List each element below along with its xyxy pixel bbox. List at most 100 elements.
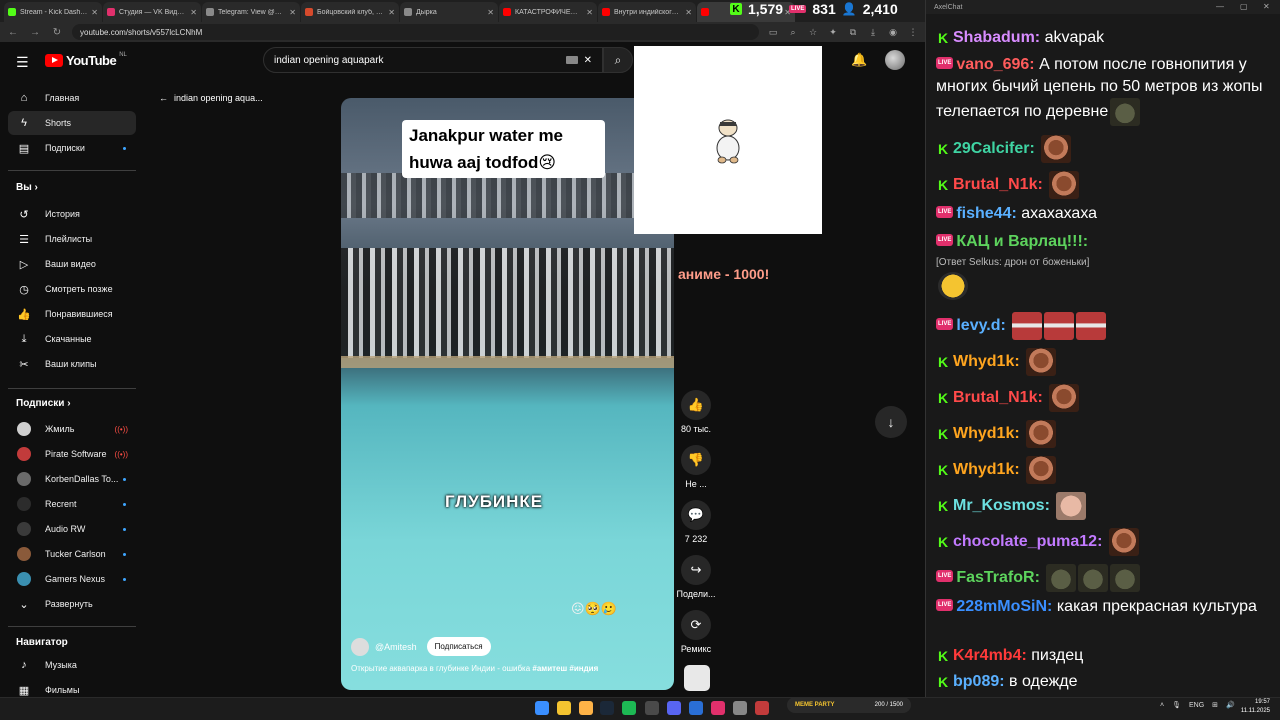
like-button[interactable]: 👍	[681, 390, 711, 420]
chat-username[interactable]: Brutal_N1k	[953, 176, 1037, 193]
sidebar-item[interactable]: ϟ Shorts	[8, 111, 136, 135]
chat-username[interactable]: 228mMoSiN	[956, 598, 1047, 615]
close-icon[interactable]: ✕	[1263, 2, 1270, 11]
discord-icon[interactable]	[667, 701, 681, 715]
browser-tab[interactable]: Telegram: View @dvach ✕	[202, 2, 300, 22]
keyboard-icon[interactable]	[565, 56, 578, 64]
chat-username[interactable]: 29Calcifer	[953, 140, 1030, 157]
chat-username[interactable]: chocolate_puma12	[953, 533, 1097, 550]
share-button[interactable]: ↪	[681, 555, 711, 585]
subscribe-button[interactable]: Подписаться	[426, 637, 491, 656]
chat-username[interactable]: Mr_Kosmos	[953, 497, 1045, 514]
explorer-icon[interactable]	[579, 701, 593, 715]
sidebar-item[interactable]: ⌂ Главная	[8, 86, 136, 110]
chat-username[interactable]: bp089	[953, 673, 999, 690]
search-input[interactable]: indian opening aquapark ✕	[263, 47, 603, 73]
windows-start-icon[interactable]	[535, 701, 549, 715]
system-clock[interactable]: 19:57 11.11.2025	[1240, 698, 1270, 716]
sidebar-item[interactable]: ☰ Плейлисты	[8, 227, 136, 251]
chevron-up-icon[interactable]: ˄	[1160, 702, 1164, 709]
mic-icon[interactable]: 🎙	[1172, 701, 1181, 709]
zoom-icon[interactable]: ⌕	[787, 27, 799, 38]
forward-arrow-icon[interactable]: →	[28, 27, 42, 38]
chat-username[interactable]: Whyd1k	[953, 353, 1014, 370]
search-button[interactable]: ⌕	[603, 47, 633, 73]
description-hashtags[interactable]: #амитеш #индия	[532, 664, 598, 673]
bookmark-star-icon[interactable]: ☆	[807, 27, 819, 38]
profile-icon[interactable]: ◉	[887, 27, 899, 38]
sound-thumbnail[interactable]	[684, 665, 710, 691]
browser-tab[interactable]: Внутри индийского ф ✕	[598, 2, 696, 22]
browser-tab[interactable]: Дырка ✕	[400, 2, 498, 22]
section-title-subscriptions[interactable]: Подписки ›	[16, 398, 71, 409]
tab-close-icon[interactable]: ✕	[487, 8, 494, 17]
download-icon[interactable]: ⤓	[867, 27, 879, 38]
browser-tab[interactable]: Бойцовский клуб, 1999 ✕	[301, 2, 399, 22]
browser-tab[interactable]: Студия — VK Видео Live ✕	[103, 2, 201, 22]
sidebar-item[interactable]: Жмиль ((•))	[8, 417, 136, 441]
chat-username[interactable]: Brutal_N1k	[953, 389, 1037, 406]
author-handle[interactable]: @Amitesh	[375, 642, 417, 652]
chat-username[interactable]: fishe44	[956, 205, 1011, 222]
next-short-button[interactable]: ↓	[875, 406, 907, 438]
app-icon[interactable]	[689, 701, 703, 715]
extensions-puzzle-icon[interactable]: ⧉	[847, 27, 859, 38]
reload-icon[interactable]: ↻	[50, 27, 64, 38]
chat-username[interactable]: levy.d	[956, 317, 1000, 334]
sidebar-item[interactable]: ▷ Ваши видео	[8, 252, 136, 276]
minimize-icon[interactable]: —	[1216, 2, 1224, 11]
section-title-you[interactable]: Вы ›	[16, 182, 38, 193]
sidebar-item[interactable]: Recrent	[8, 492, 136, 516]
app-icon[interactable]	[733, 701, 747, 715]
browser-tab[interactable]: Stream - Kick Dashboard ✕	[4, 2, 102, 22]
sidebar-item[interactable]: Audio RW	[8, 517, 136, 541]
chat-username[interactable]: FasTrafoR	[956, 569, 1034, 586]
sidebar-item[interactable]: Tucker Carlson	[8, 542, 136, 566]
clear-search-icon[interactable]: ✕	[584, 55, 592, 66]
remix-button[interactable]: ⟳	[681, 610, 711, 640]
hamburger-menu-icon[interactable]: ☰	[16, 54, 29, 71]
app-icon[interactable]	[711, 701, 725, 715]
sidebar-item[interactable]: ✂ Ваши клипы	[8, 352, 136, 376]
sidebar-item[interactable]: Gamers Nexus	[8, 567, 136, 591]
sidebar-item[interactable]: ⤓ Скачанные	[8, 327, 136, 351]
tab-close-icon[interactable]: ✕	[289, 8, 296, 17]
dislike-button[interactable]: 👎	[681, 445, 711, 475]
chat-username[interactable]: Shabadum	[953, 29, 1035, 46]
extension-icon[interactable]: ✦	[827, 27, 839, 38]
volume-icon[interactable]: 🔊	[1226, 701, 1235, 709]
tab-close-icon[interactable]: ✕	[388, 8, 395, 17]
chat-username[interactable]: vano_696	[956, 56, 1029, 73]
chat-username[interactable]: КАЦ и Варлац!!!	[956, 233, 1082, 250]
chrome-icon[interactable]	[557, 701, 571, 715]
obs-icon[interactable]	[645, 701, 659, 715]
sidebar-item[interactable]: ↺ История	[8, 202, 136, 226]
tab-close-icon[interactable]: ✕	[190, 8, 197, 17]
maximize-icon[interactable]: ▢	[1240, 2, 1248, 11]
sidebar-item[interactable]: KorbenDallas To...	[8, 467, 136, 491]
sidebar-item[interactable]: ♪ Музыка	[8, 653, 136, 677]
cast-icon[interactable]: ▭	[767, 27, 779, 38]
author-avatar[interactable]	[351, 637, 369, 656]
sidebar-item[interactable]: ▤ Подписки	[8, 136, 136, 160]
spotify-icon[interactable]	[622, 701, 636, 715]
chat-username[interactable]: Whyd1k	[953, 461, 1014, 478]
app-icon[interactable]	[755, 701, 769, 715]
back-arrow-icon[interactable]: ←	[6, 27, 20, 38]
comments-button[interactable]: 💬	[681, 500, 711, 530]
network-icon[interactable]: ⊞	[1212, 701, 1218, 709]
tab-close-icon[interactable]: ✕	[685, 8, 692, 17]
account-avatar[interactable]	[885, 50, 905, 70]
youtube-logo[interactable]: YouTube NL	[45, 52, 127, 68]
menu-dots-icon[interactable]: ⋮	[907, 27, 919, 38]
shorts-video-player[interactable]	[341, 98, 674, 690]
sidebar-item[interactable]: Pirate Software ((•))	[8, 442, 136, 466]
sidebar-item[interactable]: ◷ Смотреть позже	[8, 277, 136, 301]
chat-username[interactable]: Whyd1k	[953, 425, 1014, 442]
steam-icon[interactable]	[600, 701, 614, 715]
sidebar-item[interactable]: 👍 Понравившиеся	[8, 302, 136, 326]
browser-tab[interactable]: КАТАСТРОФИЧЕСКОЕ ✕	[499, 2, 597, 22]
tab-close-icon[interactable]: ✕	[91, 8, 98, 17]
shorts-back-link[interactable]: ← indian opening aqua...	[159, 93, 263, 103]
language-indicator[interactable]: ENG	[1189, 702, 1204, 709]
